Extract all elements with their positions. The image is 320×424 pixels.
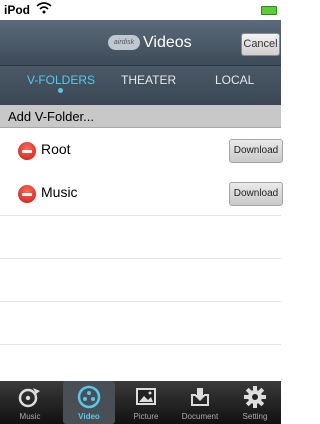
segment-tabs: V-FOLDERS THEATER LOCAL	[0, 66, 281, 105]
folder-name: Music	[41, 184, 78, 200]
music-icon	[18, 388, 40, 408]
tab-label: Music	[19, 412, 41, 421]
picture-icon	[136, 388, 156, 405]
wifi-icon	[36, 2, 52, 14]
video-icon	[77, 385, 101, 409]
empty-row	[0, 258, 281, 302]
active-tab-indicator	[58, 88, 63, 93]
tab-label: Document	[181, 412, 219, 421]
folder-name: Root	[41, 141, 71, 157]
document-icon	[191, 388, 209, 406]
tab-picture[interactable]: Picture	[120, 381, 172, 424]
nav-bar: airdisk Videos Cancel	[0, 20, 281, 66]
tab-label: Setting	[242, 412, 268, 421]
device-name: iPod	[4, 3, 30, 17]
list-item: Root Download	[0, 129, 283, 173]
list-item: Music Download	[0, 172, 283, 216]
tab-local[interactable]: LOCAL	[215, 73, 254, 87]
tab-music[interactable]: Music	[4, 381, 56, 424]
tab-theater[interactable]: THEATER	[121, 73, 176, 87]
bottom-tab-bar: Music Video Picture Document Setting	[0, 381, 281, 424]
battery-icon	[261, 6, 277, 15]
app-logo: airdisk	[108, 35, 140, 50]
status-bar: iPod	[0, 0, 281, 20]
delete-icon[interactable]	[18, 142, 36, 160]
gear-icon	[244, 386, 266, 408]
download-button[interactable]: Download	[229, 182, 283, 206]
tab-video[interactable]: Video	[63, 381, 115, 424]
tab-v-folders[interactable]: V-FOLDERS	[27, 73, 95, 87]
download-button[interactable]: Download	[229, 139, 283, 163]
tab-setting[interactable]: Setting	[229, 381, 281, 424]
delete-icon[interactable]	[18, 185, 36, 203]
tab-label: Picture	[133, 412, 159, 421]
empty-row	[0, 215, 281, 259]
tab-label: Video	[78, 412, 100, 421]
cancel-button[interactable]: Cancel	[241, 33, 280, 56]
empty-row	[0, 301, 281, 345]
page-title: Videos	[143, 34, 192, 51]
add-v-folder-button[interactable]: Add V-Folder...	[0, 105, 281, 128]
tab-document[interactable]: Document	[174, 381, 226, 424]
